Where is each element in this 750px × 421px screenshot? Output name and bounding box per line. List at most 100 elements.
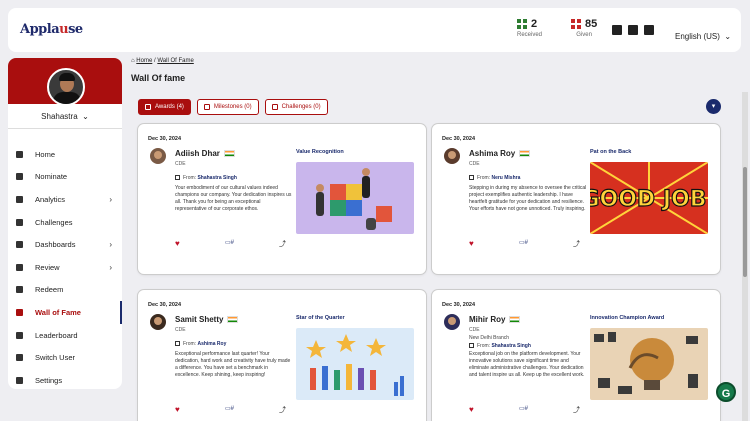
sender-icon: [469, 343, 474, 349]
tab-milestones[interactable]: Milestones (0): [196, 99, 259, 115]
grammarly-button[interactable]: G: [716, 382, 736, 402]
flag-icon: [16, 218, 23, 226]
recipient-role: CDE: [175, 327, 186, 333]
share-icon[interactable]: ⤴: [279, 239, 286, 249]
heart-icon[interactable]: ♥: [175, 239, 180, 248]
redeem-icon: [16, 286, 23, 294]
chevron-right-icon: ›: [109, 240, 112, 250]
award-card[interactable]: Dec 30, 2024 Adiish Dhar CDE From: Shaha…: [138, 124, 426, 274]
award-image: [590, 328, 708, 400]
sidebar-item-review[interactable]: Review ›: [8, 256, 122, 279]
breadcrumb: ⌂ Home / Wall Of Fame: [131, 58, 194, 64]
challenge-icon: [271, 104, 278, 110]
sidebar: Shahastra ⌄ Home Nominate Analytics › Cha…: [8, 58, 122, 389]
sender: From: Shahastra Singh: [469, 343, 531, 349]
sender: New Delhi Branch: [469, 335, 509, 341]
avatar: [444, 314, 460, 330]
india-flag-icon: [227, 316, 239, 324]
chevron-right-icon: ›: [109, 262, 112, 272]
avatar: [150, 314, 166, 330]
filter-button[interactable]: ▾: [706, 99, 721, 114]
divider: [8, 128, 122, 129]
share-icon[interactable]: ⤴: [573, 239, 580, 249]
sidebar-item-settings[interactable]: Settings: [8, 369, 122, 389]
india-flag-icon: [509, 316, 521, 324]
heart-icon[interactable]: ♥: [175, 405, 180, 414]
card-actions: ♥ ▭# ⤴: [469, 405, 709, 415]
wall-of-fame-icon: [16, 308, 23, 316]
filter-icon: ▾: [711, 103, 716, 110]
comment-button[interactable]: ▭#: [225, 239, 234, 246]
avatar: [444, 148, 460, 164]
sidebar-item-analytics[interactable]: Analytics ›: [8, 188, 122, 211]
award-card[interactable]: Dec 30, 2024 Mihir Roy CDE New Delhi Bra…: [432, 290, 720, 421]
chevron-right-icon: ›: [109, 194, 112, 204]
avatar: [150, 148, 166, 164]
received-icon: [517, 19, 527, 29]
recipient-name: Adiish Dhar: [175, 149, 235, 158]
received-stat[interactable]: 2 Received: [517, 18, 542, 38]
card-actions: ♥ ▭# ⤴: [175, 239, 415, 249]
document-icon[interactable]: [628, 25, 638, 35]
notes-icon[interactable]: [644, 25, 654, 35]
breadcrumb-home-link[interactable]: Home: [136, 58, 152, 64]
sender-icon: [175, 175, 180, 181]
award-card[interactable]: Dec 30, 2024 Samit Shetty CDE From: Ashi…: [138, 290, 426, 421]
sidebar-item-home[interactable]: Home: [8, 143, 122, 166]
flag-icon: [203, 104, 210, 110]
award-message: Stepping in during my absence to oversee…: [469, 185, 587, 212]
given-stat[interactable]: 85 Given: [571, 18, 597, 38]
tab-bar: Awards (4) Milestones (0) Challenges (0): [138, 99, 328, 115]
dashboard-icon: [16, 241, 23, 249]
sidebar-item-dashboards[interactable]: Dashboards ›: [8, 233, 122, 256]
sender-icon: [175, 341, 180, 347]
tab-challenges[interactable]: Challenges (0): [264, 99, 328, 115]
recipient-role: CDE: [469, 327, 480, 333]
chat-icon[interactable]: [612, 25, 622, 35]
comment-button[interactable]: ▭#: [225, 405, 234, 412]
leaderboard-icon: [16, 331, 23, 339]
comment-button[interactable]: ▭#: [519, 405, 528, 412]
india-flag-icon: [223, 150, 235, 158]
scrollbar[interactable]: [742, 92, 748, 421]
branch-label: New Delhi Branch: [469, 335, 510, 341]
sender-icon: [469, 175, 474, 181]
scrollbar-thumb[interactable]: [743, 167, 747, 277]
review-icon: [16, 263, 23, 271]
sidebar-item-redeem[interactable]: Redeem: [8, 279, 122, 302]
sidebar-item-nominate[interactable]: Nominate: [8, 166, 122, 189]
chevron-down-icon: ⌄: [79, 112, 89, 121]
heart-icon[interactable]: ♥: [469, 405, 474, 414]
award-title: Value Recognition: [296, 149, 344, 155]
sender: From: Neru Mishra: [469, 175, 520, 181]
share-icon[interactable]: ⤴: [573, 405, 580, 415]
recipient-name: Mihir Roy: [469, 315, 521, 324]
top-header: Applause 2 Received 85 Given English (US…: [8, 8, 741, 52]
sender: From: Shahastra Singh: [175, 175, 237, 181]
recipient-name: Samit Shetty: [175, 315, 239, 324]
heart-icon[interactable]: ♥: [469, 239, 474, 248]
user-menu[interactable]: Shahastra ⌄: [8, 112, 122, 121]
home-icon: ⌂: [131, 58, 135, 64]
language-select[interactable]: English (US) ⌄: [675, 32, 731, 41]
share-icon[interactable]: ⤴: [279, 405, 286, 415]
app-logo[interactable]: Applause: [20, 22, 83, 37]
award-image: [296, 328, 414, 400]
tab-awards[interactable]: Awards (4): [138, 99, 191, 115]
sidebar-item-wall-of-fame[interactable]: Wall of Fame: [8, 301, 122, 324]
comment-button[interactable]: ▭#: [519, 239, 528, 246]
sidebar-item-leaderboard[interactable]: Leaderboard: [8, 324, 122, 347]
breadcrumb-current[interactable]: Wall Of Fame: [157, 58, 193, 64]
header-icons: [612, 25, 654, 35]
award-image: GOOD JOB!: [590, 162, 708, 234]
card-date: Dec 30, 2024: [148, 136, 182, 142]
sidebar-item-challenges[interactable]: Challenges: [8, 211, 122, 234]
home-icon: [16, 150, 23, 158]
recipient-name: Ashima Roy: [469, 149, 531, 158]
award-image: [296, 162, 414, 234]
avatar[interactable]: [47, 68, 85, 106]
award-title: Innovation Champion Award: [590, 315, 665, 321]
award-title: Star of the Quarter: [296, 315, 345, 321]
award-card[interactable]: Dec 30, 2024 Ashima Roy CDE From: Neru M…: [432, 124, 720, 274]
sidebar-item-switch-user[interactable]: Switch User: [8, 346, 122, 369]
